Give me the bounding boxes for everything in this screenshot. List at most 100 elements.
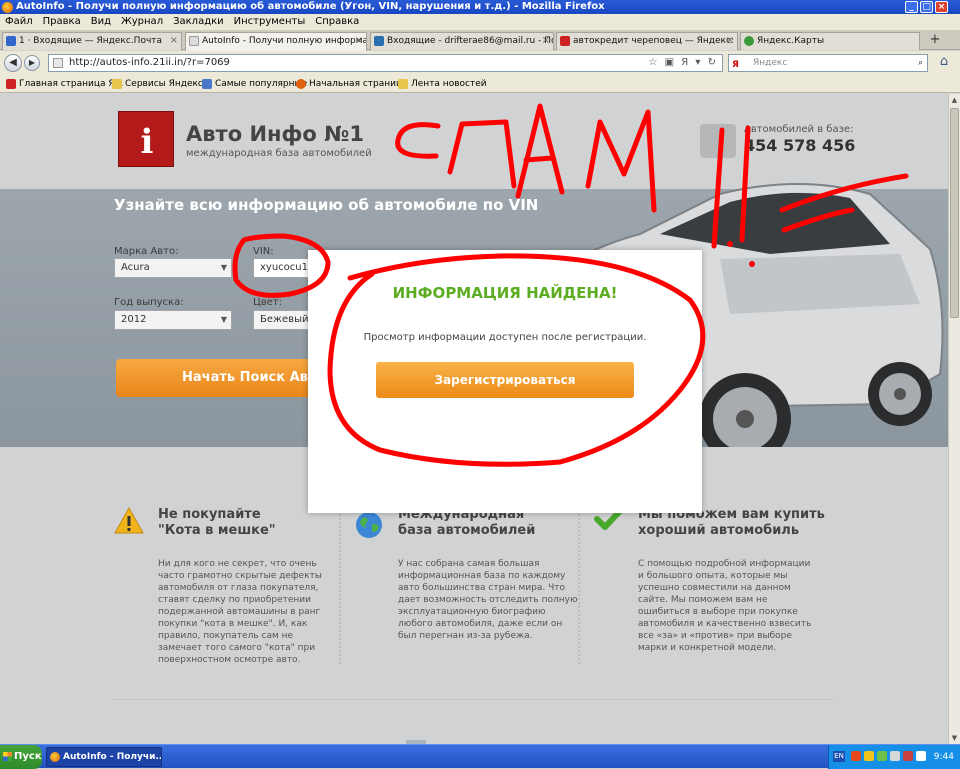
new-tab-button[interactable]: + <box>926 32 944 48</box>
feature-text-line: успешно совместили на данном <box>638 583 791 593</box>
search-icon[interactable]: ⌕ <box>918 55 923 71</box>
bookmark-most-popular[interactable]: Самые популярные <box>202 75 307 93</box>
database-icon <box>700 124 736 158</box>
minimize-button[interactable]: _ <box>905 1 918 13</box>
bookmark-yandex-services[interactable]: Сервисы Яндекса <box>112 75 208 93</box>
bookmarks-bar: Главная страница Я... Сервисы Яндекса Са… <box>0 75 960 93</box>
feature-text-line: покупки "кота в мешке". И, как <box>158 619 308 629</box>
address-bar[interactable]: http://autos-info.21ii.in/?r=7069 ☆ ▣ Я … <box>48 54 723 72</box>
feature-text-line: информационная база по каждому <box>398 571 566 581</box>
start-search-button[interactable]: Начать Поиск Авто <box>116 359 326 397</box>
brand-select[interactable]: Acura ▼ <box>114 258 232 278</box>
title-bar: AutoInfo - Получи полную информацию об а… <box>0 0 960 14</box>
vertical-scrollbar[interactable]: ▲ ▼ <box>948 94 960 744</box>
yandex-search-icon: Я <box>732 60 739 70</box>
feature-text-line: подержанной автомашины в ранг <box>158 607 321 617</box>
site-favicon <box>53 58 63 68</box>
taskbar: Пуск AutoInfo - Получи... EN 9:44 <box>0 744 960 769</box>
tab-yandex-maps[interactable]: Яндекс.Карты <box>740 32 920 50</box>
url-text: http://autos-info.21ii.in/?r=7069 <box>69 57 230 68</box>
taskbar-item-firefox[interactable]: AutoInfo - Получи... <box>46 747 162 767</box>
menu-history[interactable]: Журнал <box>116 14 168 30</box>
start-button[interactable]: Пуск <box>0 745 42 769</box>
window-title: AutoInfo - Получи полную информацию об а… <box>16 1 605 12</box>
windows-icon <box>3 752 12 761</box>
language-indicator[interactable]: EN <box>833 751 845 762</box>
year-select[interactable]: 2012 ▼ <box>114 310 232 330</box>
feature-text-line: эксплуатационную биографию <box>398 607 546 617</box>
menu-help[interactable]: Справка <box>310 14 364 30</box>
feature-1-title: Не покупайте "Кота в мешке" <box>158 507 276 538</box>
tab-yandex-search[interactable]: автокредит череповец — Яндекс: На...× <box>556 32 738 50</box>
tray-icon[interactable] <box>877 751 887 761</box>
bookmark-news-feed[interactable]: Лента новостей <box>398 75 487 93</box>
bookmark-icon <box>202 79 212 89</box>
folder-icon <box>112 79 122 89</box>
close-tab-icon[interactable]: × <box>355 33 363 49</box>
menu-file[interactable]: Файл <box>0 14 38 30</box>
bookmark-start-page[interactable]: Начальная страница <box>296 75 408 93</box>
close-tab-icon[interactable]: × <box>726 33 734 49</box>
close-tab-icon[interactable]: × <box>170 33 178 49</box>
feature-text-line: авто большинства стран мира. Что <box>398 583 566 593</box>
close-tab-icon[interactable]: × <box>542 33 550 49</box>
menu-view[interactable]: Вид <box>86 14 116 30</box>
info-found-modal: ИНФОРМАЦИЯ НАЙДЕНА! Просмотр информации … <box>308 250 702 513</box>
tray-icon[interactable] <box>851 751 861 761</box>
site-title: Авто Инфо №1 <box>186 122 364 146</box>
color-select[interactable]: Бежевый <box>253 310 309 330</box>
menu-bookmarks[interactable]: Закладки <box>168 14 229 30</box>
forward-button[interactable]: ▶ <box>24 55 40 71</box>
rss-icon <box>398 79 408 89</box>
register-button[interactable]: Зарегистрироваться <box>376 362 634 398</box>
feature-text-line: был перегнан из-за рубежа. <box>398 631 533 641</box>
scroll-up-icon[interactable]: ▲ <box>949 94 960 106</box>
chevron-down-icon: ▼ <box>220 315 227 324</box>
vin-label: VIN: <box>253 246 274 257</box>
vin-search-title: Узнайте всю информацию об автомобиле по … <box>114 196 539 214</box>
site-logo[interactable]: i <box>118 111 174 167</box>
firefox-icon <box>50 752 60 762</box>
modal-title: ИНФОРМАЦИЯ НАЙДЕНА! <box>392 284 618 302</box>
search-box[interactable]: Я Яндекс ⌕ <box>728 54 928 72</box>
menu-tools[interactable]: Инструменты <box>229 14 311 30</box>
volume-icon[interactable] <box>890 751 900 761</box>
tray-icon[interactable] <box>903 751 913 761</box>
browser-window: AutoInfo - Получи полную информацию об а… <box>0 0 960 769</box>
bookmark-yandex-home[interactable]: Главная страница Я... <box>6 75 123 93</box>
mail-icon <box>6 36 16 46</box>
year-label: Год выпуска: <box>114 297 184 308</box>
tab-yandex-mail[interactable]: 1 · Входящие — Яндекс.Почта × <box>2 32 182 50</box>
menu-bar: Файл Правка Вид Журнал Закладки Инструменты Сп… <box>0 14 960 30</box>
tab-mail-ru[interactable]: Входящие - drifterae86@mail.ru - Почт...… <box>370 32 554 50</box>
tray-icon[interactable] <box>864 751 874 761</box>
network-icon[interactable] <box>916 751 926 761</box>
search-placeholder: Яндекс <box>753 58 788 68</box>
feature-text-line: любого автомобиля, даже если он <box>398 619 563 629</box>
info-icon: i <box>140 122 154 162</box>
chevron-down-icon: ▼ <box>220 263 227 272</box>
feature-text-line: марки и конкретной модели. <box>638 643 777 653</box>
close-window-button[interactable]: × <box>935 1 948 13</box>
feature-text-line: автомобиля от глаза покупателя, <box>158 583 319 593</box>
menu-edit[interactable]: Правка <box>38 14 86 30</box>
feature-text-line: С помощью подробной информации <box>638 559 811 569</box>
home-icon[interactable]: ⌂ <box>934 54 954 72</box>
scroll-thumb[interactable] <box>950 108 959 318</box>
vin-input[interactable]: xyucocu14 <box>253 258 309 278</box>
tab-autoinfo[interactable]: AutoInfo - Получи полную информаци...× <box>185 32 367 51</box>
address-bar-icons[interactable]: ☆ ▣ Я ▾ ↻ <box>649 55 718 71</box>
brand-label: Марка Авто: <box>114 246 179 257</box>
yandex-icon <box>560 36 570 46</box>
feature-text-line: и большого опыта, которые мы <box>638 571 788 581</box>
back-button[interactable]: ◀ <box>4 54 22 72</box>
system-tray: EN 9:44 <box>828 745 960 769</box>
feature-divider <box>339 514 341 664</box>
content-divider <box>114 699 834 700</box>
db-count: 454 578 456 <box>744 136 856 155</box>
feature-text-line: У нас собрана самая большая <box>398 559 540 569</box>
maximize-button[interactable]: □ <box>920 1 933 13</box>
site-subtitle: международная база автомобилей <box>186 148 372 159</box>
firefox-icon <box>2 2 13 13</box>
scroll-down-icon[interactable]: ▼ <box>949 732 960 744</box>
